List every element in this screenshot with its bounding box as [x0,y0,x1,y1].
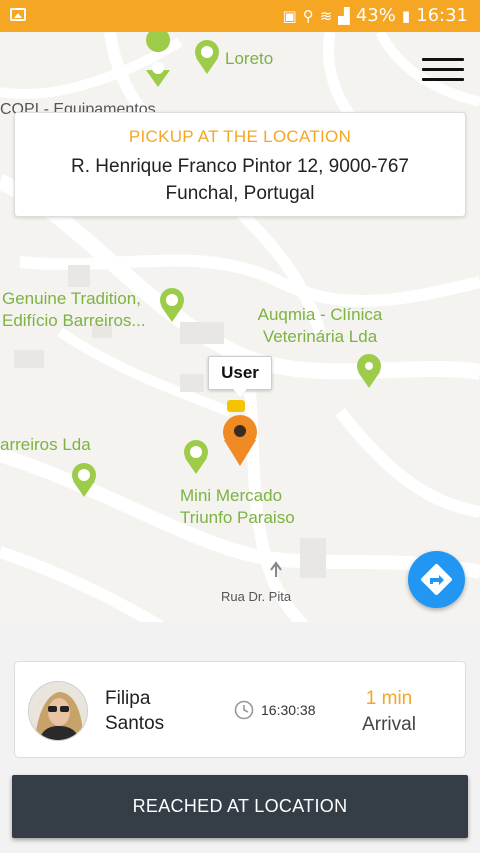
directions-button[interactable] [408,551,465,608]
directions-icon [421,564,452,595]
driver-first-name: Filipa [105,688,151,709]
poi-auqmia[interactable]: Auqmia - Clínica Veterinária Lda [250,304,390,348]
eta-value: 1 min [365,688,413,709]
pickup-card: PICKUP AT THE LOCATION R. Henrique Franc… [14,112,466,217]
location-pin-icon[interactable] [357,354,381,388]
pickup-title: PICKUP AT THE LOCATION [128,127,352,146]
poi-genuine-tradition[interactable]: Genuine Tradition, Edifício Barreiros... [2,288,162,332]
location-icon: ⚲ [302,6,314,25]
clock-icon [234,700,254,720]
battery-percent: 43% [355,5,396,26]
poi-barreiros[interactable]: arreiros Lda [0,434,91,456]
driver-last-name: Santos [105,713,165,734]
battery-icon: ▮ [401,6,411,25]
user-marker-label: User [208,356,272,397]
poi-mini-mercado[interactable]: Mini Mercado Triunfo Paraiso [180,485,310,529]
driver-card: Filipa Santos 16:30:38 1 min Arrival [14,661,466,758]
wifi-icon: ≋ [319,6,333,25]
driver-name: Filipa Santos [105,686,195,736]
status-bar: ▣ ⚲ ≋ ▟ 43% ▮ 16:31 [0,0,480,32]
reached-at-location-button[interactable]: REACHED AT LOCATION [12,775,468,838]
signal-icon: ▟ [338,6,350,25]
sim-icon: ▣ [282,6,297,25]
clock-time: 16:31 [416,5,468,26]
poi-loreto[interactable]: Loreto [225,48,273,70]
image-icon [10,8,26,21]
street-label: Rua Dr. Pita [221,589,292,604]
shopping-pin-icon[interactable] [195,40,219,74]
status-right: ▣ ⚲ ≋ ▟ 43% ▮ 16:31 [283,5,468,26]
menu-icon[interactable] [422,58,464,84]
pickup-address: R. Henrique Franco Pintor 12, 9000-767 F… [71,156,409,204]
driver-time: 16:30:38 [261,702,316,718]
shopping-pin-icon[interactable] [184,440,208,474]
avatar [28,681,88,741]
eta-label: Arrival [362,714,416,735]
